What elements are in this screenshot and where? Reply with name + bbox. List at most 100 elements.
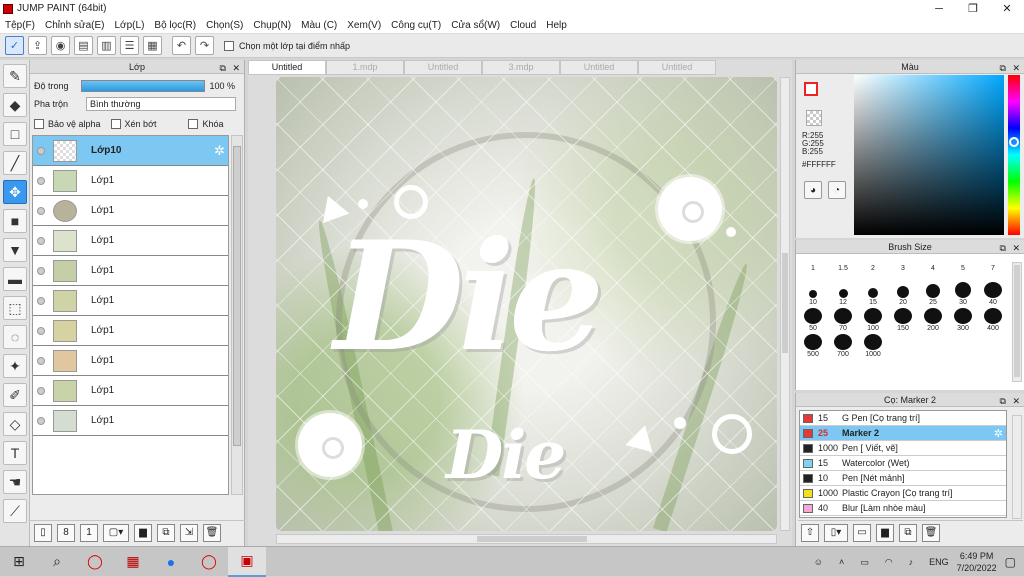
battery-icon[interactable]: ▭ bbox=[860, 557, 869, 568]
layer-row[interactable]: Lớp1 bbox=[33, 196, 228, 226]
hue-slider[interactable] bbox=[1008, 75, 1020, 235]
settings-list-icon[interactable]: ▦ bbox=[143, 36, 162, 55]
gear-icon[interactable]: ✲ bbox=[994, 427, 1003, 440]
saturation-value-picker[interactable] bbox=[854, 75, 1004, 235]
search-icon[interactable]: ⌕ bbox=[38, 547, 76, 577]
canvas-horizontal-scrollbar[interactable] bbox=[276, 534, 777, 544]
brush-size-option[interactable]: 50 bbox=[798, 308, 828, 332]
menu-edit[interactable]: Chỉnh sửa(E) bbox=[40, 20, 110, 31]
eyedropper-tool-icon[interactable]: ⟋ bbox=[3, 499, 27, 523]
opera-icon[interactable]: ◯ bbox=[76, 547, 114, 577]
brush-size-option[interactable]: 1 bbox=[798, 256, 828, 280]
bucket-tool-icon[interactable]: ▼ bbox=[3, 238, 27, 262]
brush-size-option[interactable]: 200 bbox=[918, 308, 948, 332]
subtool-item[interactable]: 1000 Pen [ Viết, vẽ] bbox=[800, 441, 1006, 456]
jump-paint-icon[interactable]: ▣ bbox=[228, 546, 266, 577]
subtool-item[interactable]: 40 Blur [Làm nhòe màu] bbox=[800, 501, 1006, 516]
brush-size-option[interactable]: 4 bbox=[918, 256, 948, 280]
brush-size-option[interactable]: 100 bbox=[858, 308, 888, 332]
new-layer-1bit-icon[interactable]: 1 bbox=[80, 523, 98, 542]
brush-size-scrollbar[interactable] bbox=[1012, 262, 1022, 382]
subtool-item[interactable]: 15 G Pen [Cọ trang trí] bbox=[800, 411, 1006, 426]
visibility-icon[interactable] bbox=[37, 146, 45, 155]
duplicate-icon[interactable]: ⧉ bbox=[157, 523, 175, 542]
brush-size-option[interactable]: 20 bbox=[888, 282, 918, 306]
brush-size-option[interactable]: 12 bbox=[828, 282, 858, 306]
brush-size-option[interactable]: 40 bbox=[978, 282, 1008, 306]
tab-3-mdp[interactable]: 3.mdp bbox=[482, 60, 560, 75]
visibility-icon[interactable] bbox=[37, 356, 45, 365]
eraser-tool-icon[interactable]: ◆ bbox=[3, 93, 27, 117]
layer-row[interactable]: Lớp1 bbox=[33, 256, 228, 286]
menu-view[interactable]: Xem(V) bbox=[342, 20, 386, 31]
visibility-icon[interactable] bbox=[37, 386, 45, 395]
new-layer-8bit-icon[interactable]: 8 bbox=[57, 523, 75, 542]
comment-icon[interactable]: ◉ bbox=[51, 36, 70, 55]
folder-icon[interactable]: ▆ bbox=[134, 523, 152, 542]
brush-size-option[interactable]: 3 bbox=[888, 256, 918, 280]
shape-tool-icon[interactable]: □ bbox=[3, 122, 27, 146]
merge-icon[interactable]: ⇲ bbox=[180, 523, 198, 542]
transparent-color-swatch[interactable] bbox=[806, 110, 822, 126]
people-icon[interactable]: ☺ bbox=[814, 557, 823, 567]
opera-gx-icon[interactable]: ◯ bbox=[190, 547, 228, 577]
brush-tool-icon[interactable]: ✎ bbox=[3, 64, 27, 88]
maximize-button[interactable]: ❐ bbox=[956, 0, 990, 17]
blend-select[interactable]: Bình thường bbox=[86, 97, 237, 111]
brush-size-option[interactable]: 500 bbox=[798, 334, 828, 358]
check-icon[interactable]: ✓ bbox=[5, 36, 24, 55]
brush-size-option[interactable]: 700 bbox=[828, 334, 858, 358]
tab-untitled[interactable]: Untitled bbox=[248, 60, 326, 75]
duplicate-icon[interactable]: ⧉ bbox=[899, 523, 917, 542]
network-icon[interactable]: ◠ bbox=[885, 557, 893, 568]
panel-controls-icon[interactable]: ⧉ ✕ bbox=[1000, 394, 1022, 408]
layer-row[interactable]: Lớp1 bbox=[33, 376, 228, 406]
undo-icon[interactable]: ↶ bbox=[172, 36, 191, 55]
menu-color[interactable]: Màu (C) bbox=[296, 20, 342, 31]
select-pen-tool-icon[interactable]: ✐ bbox=[3, 383, 27, 407]
add-layer-menu-icon[interactable]: ▢▾ bbox=[103, 523, 129, 542]
menu-tools[interactable]: Công cụ(T) bbox=[386, 20, 446, 31]
lasso-tool-icon[interactable]: ◌ bbox=[3, 325, 27, 349]
menu-layer[interactable]: Lớp(L) bbox=[110, 20, 150, 31]
gear-icon[interactable]: ✲ bbox=[214, 143, 225, 159]
visibility-icon[interactable] bbox=[37, 266, 45, 275]
brush-size-option[interactable]: 1000 bbox=[858, 334, 888, 358]
subtool-item[interactable]: 25 Marker 2 ✲ bbox=[800, 426, 1006, 441]
subtool-item[interactable]: 1000 Plastic Crayon [Cọ trang trí] bbox=[800, 486, 1006, 501]
brush-size-option[interactable]: 25 bbox=[918, 282, 948, 306]
upload-icon[interactable]: ⇧ bbox=[801, 523, 819, 542]
clip-checkbox[interactable] bbox=[110, 119, 121, 129]
magic-wand-tool-icon[interactable]: ✦ bbox=[3, 354, 27, 378]
brush-size-option[interactable]: 7 bbox=[978, 256, 1008, 280]
tab-untitled[interactable]: Untitled bbox=[404, 60, 482, 75]
layer-scrollbar[interactable] bbox=[231, 135, 243, 495]
brush-size-option[interactable]: 70 bbox=[828, 308, 858, 332]
select-eraser-tool-icon[interactable]: ◇ bbox=[3, 412, 27, 436]
brush-size-option[interactable]: 30 bbox=[948, 282, 978, 306]
brush-size-option[interactable]: 15 bbox=[858, 282, 888, 306]
lock-checkbox[interactable] bbox=[188, 119, 199, 129]
brush-size-option[interactable]: 5 bbox=[948, 256, 978, 280]
brush-size-option[interactable]: 2 bbox=[858, 256, 888, 280]
subtool-scrollbar[interactable] bbox=[1012, 415, 1022, 519]
brush-size-option[interactable]: 400 bbox=[978, 308, 1008, 332]
visibility-icon[interactable] bbox=[37, 326, 45, 335]
layer-row[interactable]: Lớp1 bbox=[33, 226, 228, 256]
delete-brush-icon[interactable]: 🗑 bbox=[922, 523, 940, 542]
copy-brush-icon[interactable]: ▭ bbox=[853, 523, 871, 542]
list-icon[interactable]: ☰ bbox=[120, 36, 139, 55]
folder-icon[interactable]: ▆ bbox=[876, 523, 894, 542]
panel-controls-icon[interactable]: ⧉ ✕ bbox=[220, 61, 242, 75]
delete-layer-icon[interactable]: 🗑 bbox=[203, 523, 221, 542]
layer-row[interactable]: Lớp1 bbox=[33, 346, 228, 376]
visibility-icon[interactable] bbox=[37, 176, 45, 185]
layer-row[interactable]: Lớp1 bbox=[33, 286, 228, 316]
menu-cloud[interactable]: Cloud bbox=[505, 20, 541, 31]
layer-row[interactable]: Lớp10 ✲ bbox=[33, 136, 228, 166]
visibility-icon[interactable] bbox=[37, 206, 45, 215]
visibility-icon[interactable] bbox=[37, 236, 45, 245]
menu-capture[interactable]: Chụp(N) bbox=[248, 20, 296, 31]
layer-row[interactable]: Lớp1 bbox=[33, 166, 228, 196]
tab-untitled[interactable]: Untitled bbox=[560, 60, 638, 75]
